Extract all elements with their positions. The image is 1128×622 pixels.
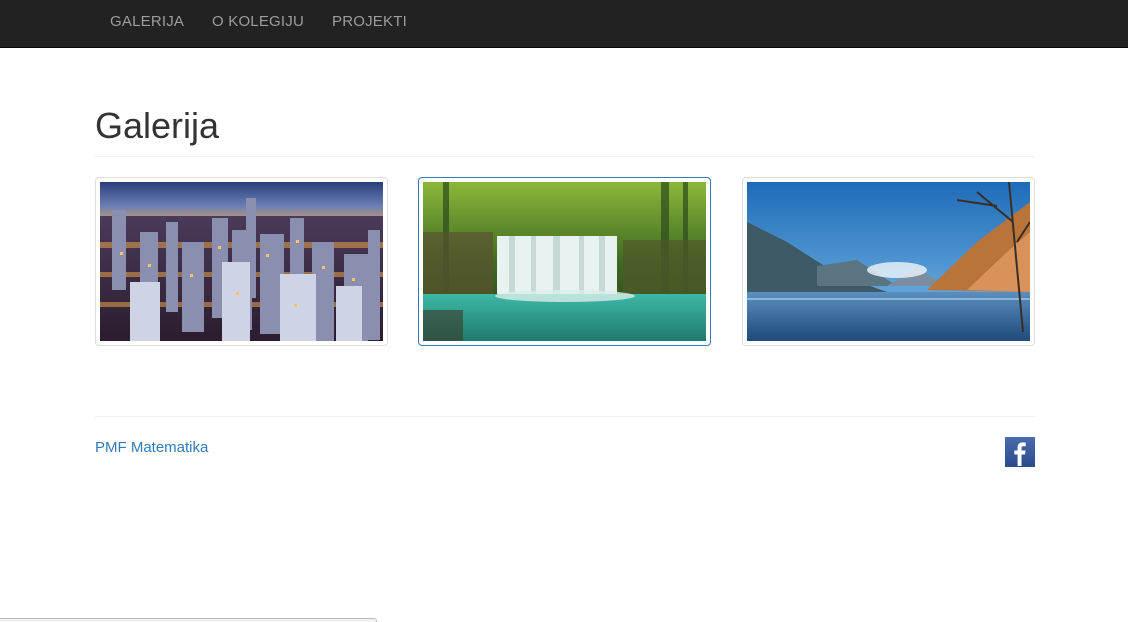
nav-item-o-kolegiju[interactable]: O KOLEGIJU xyxy=(212,0,304,44)
footer-divider xyxy=(95,416,1035,417)
nav-item-galerija[interactable]: GALERIJA xyxy=(110,0,184,44)
title-divider xyxy=(95,156,1035,157)
mountain-lake-image xyxy=(747,182,1030,341)
bottom-status-bar xyxy=(0,618,377,622)
facebook-icon[interactable] xyxy=(1005,437,1035,467)
city-night-thumbnail[interactable] xyxy=(95,177,388,346)
page-title: Galerija xyxy=(95,105,220,146)
waterfall-image xyxy=(423,182,706,341)
top-navbar: GALERIJA O KOLEGIJU PROJEKTI xyxy=(0,0,1128,48)
waterfall-thumbnail[interactable] xyxy=(418,177,711,346)
city-night-image xyxy=(100,182,383,341)
footer-link-pmf-matematika[interactable]: PMF Matematika xyxy=(95,439,208,456)
nav-item-projekti[interactable]: PROJEKTI xyxy=(332,0,407,44)
mountain-lake-thumbnail[interactable] xyxy=(742,177,1035,346)
